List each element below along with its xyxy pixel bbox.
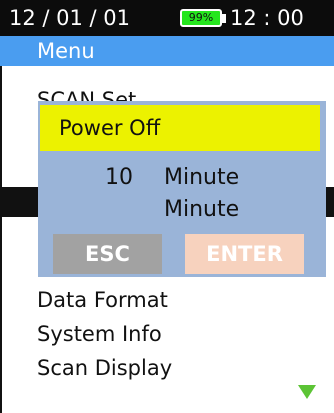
menu-item-data-format[interactable]: Data Format: [37, 287, 168, 313]
esc-button[interactable]: ESC: [53, 234, 162, 274]
menu-item-system-info[interactable]: System Info: [37, 321, 162, 347]
enter-button[interactable]: ENTER: [185, 234, 304, 274]
menu-item-scan-display[interactable]: Scan Display: [37, 355, 172, 381]
scroll-down-icon[interactable]: [298, 385, 316, 399]
power-off-unit-secondary: Minute: [164, 197, 240, 222]
power-off-dialog: Power Off 10 Minute Minute ESC ENTER: [38, 101, 326, 277]
dialog-title: Power Off: [59, 116, 161, 140]
dialog-title-bar: Power Off: [40, 105, 320, 151]
power-off-unit: Minute: [164, 165, 240, 190]
power-off-value[interactable]: 10: [105, 165, 133, 191]
